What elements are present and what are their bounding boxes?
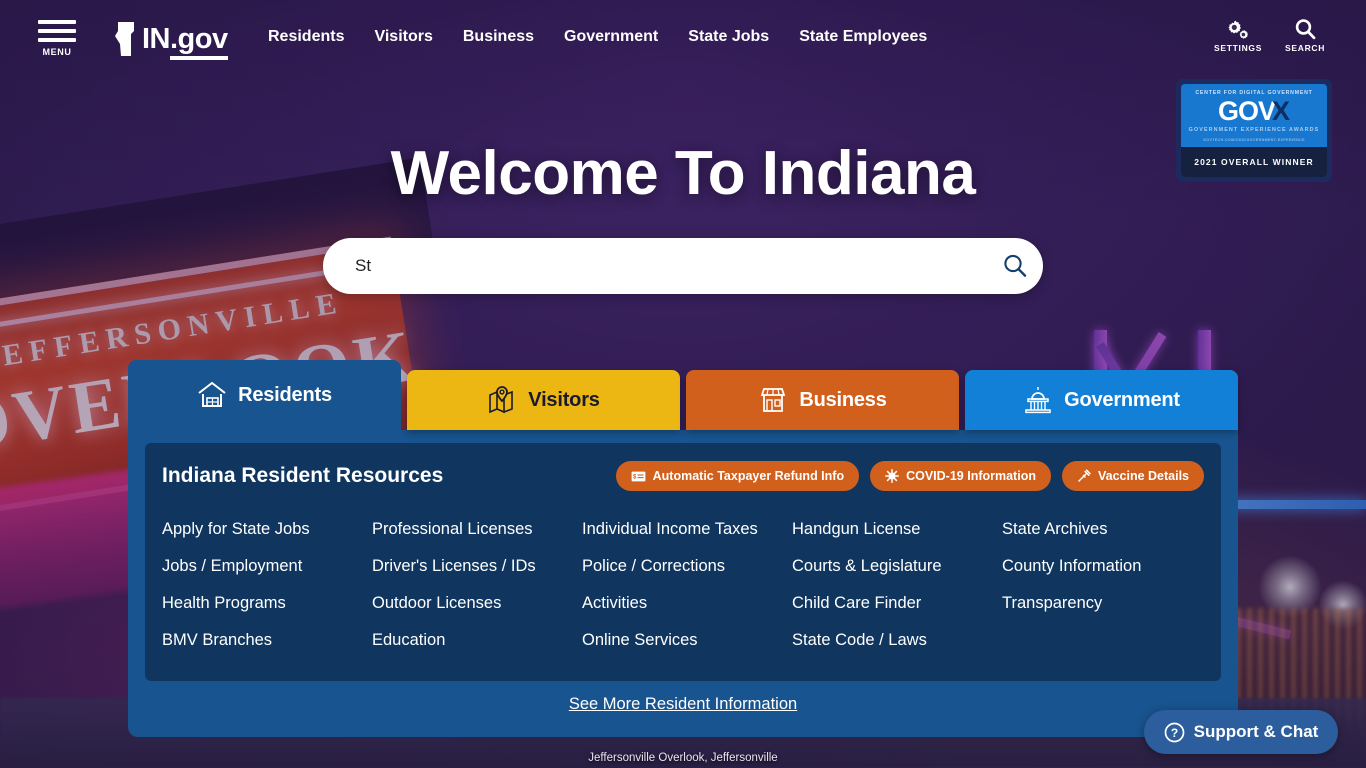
pill-taxpayer-refund[interactable]: $ Automatic Taxpayer Refund Info <box>615 461 860 491</box>
pill-vaccine-details[interactable]: Vaccine Details <box>1061 461 1204 491</box>
support-chat-label: Support & Chat <box>1193 722 1319 741</box>
resource-link[interactable]: Activities <box>582 585 784 622</box>
resource-link[interactable]: State Archives <box>1002 511 1204 548</box>
award-badge: CENTER FOR DIGITAL GOVERNMENT GOV X GOVE… <box>1176 79 1332 182</box>
pill-taxpayer-refund-label: Automatic Taxpayer Refund Info <box>652 469 845 483</box>
indiana-state-shape-icon <box>115 22 134 56</box>
virus-icon <box>885 469 900 483</box>
resource-link[interactable]: Apply for State Jobs <box>162 511 364 548</box>
pill-covid-info[interactable]: COVID-19 Information <box>870 461 1051 491</box>
nav-item-state-employees[interactable]: State Employees <box>799 28 927 46</box>
gears-icon <box>1228 20 1249 39</box>
tab-business-label: Business <box>799 388 887 411</box>
category-panel: Residents Visitors Business Government I… <box>128 360 1238 737</box>
tab-government[interactable]: Government <box>965 370 1238 430</box>
award-brand-gov: GOV <box>1217 96 1276 126</box>
resources-panel: Indiana Resident Resources $ Automatic T… <box>128 430 1238 737</box>
capitol-icon <box>1023 386 1053 414</box>
header-search-button[interactable]: SEARCH <box>1285 18 1325 53</box>
category-tabs: Residents Visitors Business Government <box>128 360 1238 430</box>
resource-link[interactable]: Courts & Legislature <box>792 548 994 585</box>
menu-label: MENU <box>42 47 72 57</box>
house-icon <box>197 381 227 409</box>
resource-link[interactable]: Outdoor Licenses <box>372 585 574 622</box>
settings-button[interactable]: SETTINGS <box>1214 18 1262 53</box>
menu-button[interactable]: MENU <box>38 20 76 57</box>
logo-text-gov: .gov <box>170 22 228 60</box>
tab-visitors[interactable]: Visitors <box>407 370 680 430</box>
resource-link[interactable]: State Code / Laws <box>792 622 994 659</box>
resources-header: Indiana Resident Resources $ Automatic T… <box>162 461 1204 491</box>
resource-link[interactable]: Education <box>372 622 574 659</box>
resources-title: Indiana Resident Resources <box>162 464 444 487</box>
svg-text:?: ? <box>1171 726 1178 740</box>
tab-business[interactable]: Business <box>686 370 959 430</box>
search-icon <box>1295 19 1316 40</box>
nav-item-visitors[interactable]: Visitors <box>374 28 432 46</box>
resource-link[interactable]: Police / Corrections <box>582 548 784 585</box>
hero-search-bar <box>323 238 1043 294</box>
resource-link[interactable]: Professional Licenses <box>372 511 574 548</box>
pill-vaccine-details-label: Vaccine Details <box>1097 469 1189 483</box>
resource-link[interactable]: Handgun License <box>792 511 994 548</box>
award-url: GOVTECH.COM/CDG/GOVERNMENT-EXPERIENCE <box>1203 138 1305 142</box>
resource-link[interactable]: Transparency <box>1002 585 1204 622</box>
search-icon <box>1004 254 1027 277</box>
store-icon <box>758 386 788 414</box>
page-root: JEFFERSONVILLE OVERLOOK MENU <box>0 0 1366 768</box>
award-subtitle: GOVERNMENT EXPERIENCE AWARDS <box>1188 127 1320 133</box>
award-brand: GOV X <box>1218 98 1290 125</box>
hamburger-icon <box>38 38 76 42</box>
hamburger-icon <box>38 29 76 33</box>
resource-link[interactable]: County Information <box>1002 548 1204 585</box>
award-winner-bar: 2021 OVERALL WINNER <box>1181 147 1327 177</box>
header-search-label: SEARCH <box>1285 43 1326 53</box>
main-navigation: Residents Visitors Business Government S… <box>268 28 927 46</box>
award-winner-text: 2021 OVERALL WINNER <box>1194 157 1314 167</box>
search-input[interactable] <box>323 256 987 276</box>
settings-label: SETTINGS <box>1214 43 1263 53</box>
syringe-icon <box>1078 469 1091 482</box>
tab-residents[interactable]: Residents <box>128 360 401 430</box>
pill-covid-info-label: COVID-19 Information <box>906 469 1036 483</box>
site-header: MENU IN.gov Residents Visitors Business … <box>0 0 1366 80</box>
resource-link[interactable]: Child Care Finder <box>792 585 994 622</box>
see-more-row: See More Resident Information <box>145 681 1221 720</box>
nav-item-government[interactable]: Government <box>564 28 658 46</box>
nav-item-state-jobs[interactable]: State Jobs <box>688 28 769 46</box>
resource-link[interactable]: Online Services <box>582 622 784 659</box>
tab-residents-label: Residents <box>238 383 332 406</box>
logo-text: IN.gov <box>142 22 228 60</box>
resource-link[interactable]: Jobs / Employment <box>162 548 364 585</box>
resource-link-empty <box>1002 622 1204 659</box>
tab-government-label: Government <box>1064 388 1180 411</box>
resource-link[interactable]: Driver's Licenses / IDs <box>372 548 574 585</box>
question-circle-icon: ? <box>1164 722 1185 742</box>
logo-text-in: IN <box>142 22 171 55</box>
see-more-link[interactable]: See More Resident Information <box>569 695 797 713</box>
resource-link[interactable]: Individual Income Taxes <box>582 511 784 548</box>
nav-item-residents[interactable]: Residents <box>268 28 344 46</box>
ingov-logo[interactable]: IN.gov <box>115 22 228 60</box>
money-check-icon: $ <box>631 471 646 481</box>
highlight-pills: $ Automatic Taxpayer Refund Info COVID-1… <box>615 461 1204 491</box>
tab-visitors-label: Visitors <box>528 388 600 411</box>
nav-item-business[interactable]: Business <box>463 28 534 46</box>
resource-link[interactable]: BMV Branches <box>162 622 364 659</box>
map-pin-icon <box>487 386 517 414</box>
search-submit-button[interactable] <box>987 253 1043 279</box>
resources-inner-panel: Indiana Resident Resources $ Automatic T… <box>145 443 1221 681</box>
award-brand-x: X <box>1272 96 1291 126</box>
page-title: Welcome To Indiana <box>390 139 976 208</box>
resource-links-grid: Apply for State Jobs Professional Licens… <box>162 511 1204 659</box>
support-chat-button[interactable]: ? Support & Chat <box>1144 710 1338 754</box>
hamburger-icon <box>38 20 76 24</box>
photo-caption: Jeffersonville Overlook, Jeffersonville <box>588 752 778 764</box>
resource-link[interactable]: Health Programs <box>162 585 364 622</box>
award-badge-inner: CENTER FOR DIGITAL GOVERNMENT GOV X GOVE… <box>1181 84 1327 177</box>
